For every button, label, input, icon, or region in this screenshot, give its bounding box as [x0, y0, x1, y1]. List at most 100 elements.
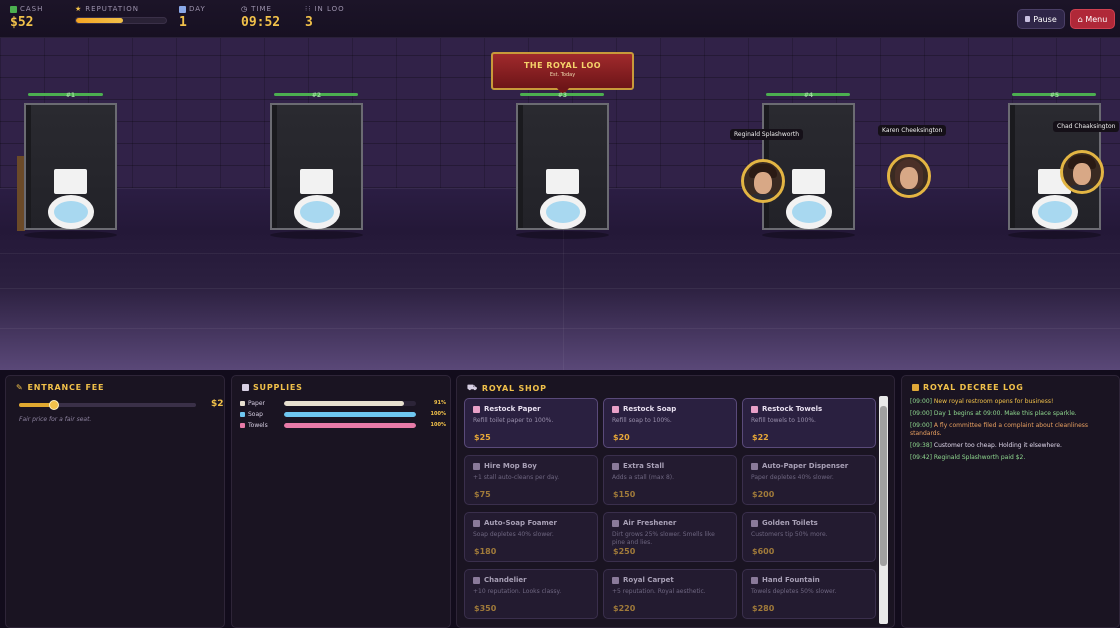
toilet-bowl[interactable]: [540, 195, 586, 229]
supply-row: Soap 100%: [240, 409, 446, 419]
shop-item-price: $220: [613, 604, 636, 613]
paper-roll-icon: [473, 405, 480, 413]
entrance-fee-panel: ✎ ENTRANCE FEE $2 Fair price for a fair s…: [5, 375, 225, 628]
pencil-icon: ✎: [16, 383, 24, 392]
log-timestamp: [09:38]: [910, 442, 932, 449]
game-root: CASH $52 ★ REPUTATION DAY 1 ◷ TIME 09:52 ⁝…: [0, 0, 1120, 628]
reputation-stat: ★ REPUTATION: [75, 5, 167, 24]
cash-stat: CASH $52: [10, 5, 43, 30]
stall-door: [518, 105, 523, 228]
reputation-bar: [75, 17, 167, 24]
supply-name: Soap: [248, 410, 263, 418]
shop-item-price: $180: [474, 547, 497, 556]
pause-label: Pause: [1033, 14, 1057, 24]
banner-subtitle: Est. Today: [549, 72, 576, 78]
soap-icon: [240, 411, 245, 417]
shop-item-description: Refill toilet paper to 100%.: [473, 417, 554, 424]
shop-item-title: Hire Mop Boy: [484, 462, 537, 470]
star-icon: ★: [75, 5, 83, 13]
reputation-label: REPUTATION: [85, 5, 139, 13]
banner-title: THE ROYAL LOO: [523, 61, 602, 70]
toilet-bowl[interactable]: [1032, 195, 1078, 229]
scrollbar-thumb[interactable]: [880, 406, 887, 566]
log-timestamp: [09:00]: [910, 398, 932, 405]
crown-icon: [751, 519, 758, 527]
supply-fill: [284, 422, 416, 428]
floor-line: [0, 253, 1120, 254]
towel-icon: [240, 422, 245, 428]
panel-title: ROYAL SHOP: [481, 383, 547, 393]
toilet-bowl[interactable]: [294, 195, 340, 229]
shop-item-card[interactable]: Restock Paper Refill toilet paper to 100%…: [464, 398, 598, 448]
shop-item-title: Restock Soap: [623, 405, 677, 413]
shop-item-price: $150: [613, 490, 636, 499]
stall-door: [26, 105, 31, 228]
log-entry: [09:00] Day 1 begins at 09:00. Make this…: [910, 410, 1115, 418]
shop-item-title: Golden Toilets: [762, 519, 818, 527]
paper-roll-icon: [240, 400, 245, 406]
shop-item-price: $22: [752, 433, 769, 442]
time-stat: ◷ TIME 09:52: [241, 5, 280, 30]
shop-item-card[interactable]: Restock Towels Refill towels to 100%. $22: [742, 398, 876, 448]
toilet-stall[interactable]: #3: [516, 92, 609, 230]
cart-icon: ⛟: [467, 383, 478, 392]
bulb-icon: [473, 576, 480, 584]
menu-button[interactable]: ⌂ Menu: [1070, 9, 1115, 29]
shop-item-title: Auto-Soap Foamer: [484, 519, 558, 527]
toilet-bowl[interactable]: [48, 195, 94, 229]
shop-item-description: +1 stall auto-cleans per day.: [473, 474, 560, 481]
toilet-bowl[interactable]: [786, 195, 832, 229]
foamer-icon: [473, 519, 480, 527]
stall-door: [272, 105, 277, 228]
toilet-stall[interactable]: #1: [24, 92, 117, 230]
shop-scrollbar[interactable]: [879, 396, 888, 624]
fee-description: Fair price for a fair seat.: [19, 416, 92, 423]
shop-item-card[interactable]: Air Freshener Dirt grows 25% slower. Smel…: [603, 512, 737, 562]
shop-item-card[interactable]: Royal Carpet +5 reputation. Royal aesthet…: [603, 569, 737, 619]
day-stat: DAY 1: [179, 5, 206, 30]
shop-item-price: $600: [752, 547, 775, 556]
shop-item-card[interactable]: Extra Stall Adds a stall (max 8). $150: [603, 455, 737, 505]
shop-item-description: Refill towels to 100%.: [751, 417, 816, 424]
supply-percent: 100%: [430, 411, 446, 417]
shop-item-card[interactable]: Auto-Soap Foamer Soap depletes 40% slower…: [464, 512, 598, 562]
supply-percent: 91%: [434, 400, 446, 406]
shop-item-title: Auto-Paper Dispenser: [762, 462, 849, 470]
fee-slider-thumb[interactable]: [49, 400, 60, 410]
stall-shadow: [516, 231, 609, 239]
supplies-panel: SUPPLIES Paper 91% Soap 100% Towels 100%: [231, 375, 451, 628]
supply-fill: [284, 400, 405, 406]
fee-slider[interactable]: [19, 400, 196, 410]
shop-item-card[interactable]: Auto-Paper Dispenser Paper depletes 40% s…: [742, 455, 876, 505]
supply-bar: [284, 411, 416, 417]
pause-icon: [1025, 16, 1031, 22]
fee-value: $2: [211, 399, 224, 409]
day-value: 1: [179, 15, 187, 30]
floor-line: [0, 288, 1120, 289]
decree-log-panel: ROYAL DECREE LOG [09:00] New royal restr…: [901, 375, 1120, 628]
log-entry: [09:42] Reginald Splashworth paid $2.: [910, 454, 1115, 462]
shop-item-card[interactable]: Chandelier +10 reputation. Looks classy. $…: [464, 569, 598, 619]
stall-shadow: [762, 231, 855, 239]
toilet-stall[interactable]: #2: [270, 92, 363, 230]
stall-shadow: [270, 231, 363, 239]
menu-label: ⌂ Menu: [1077, 14, 1108, 24]
shop-item-card[interactable]: Hire Mop Boy +1 stall auto-cleans per day…: [464, 455, 598, 505]
customer-avatar[interactable]: [1060, 150, 1104, 194]
log-text: New royal restroom opens for business!: [933, 398, 1054, 405]
log-text: Customer too cheap. Holding it elsewhere…: [933, 442, 1062, 449]
customer-avatar[interactable]: [741, 159, 785, 203]
shop-item-description: Customers tip 50% more.: [751, 531, 828, 538]
supply-name: Towels: [248, 421, 268, 429]
panel-title: ENTRANCE FEE: [27, 383, 105, 392]
scroll-icon: [912, 384, 919, 391]
toilet-icon: [612, 462, 619, 470]
shop-item-card[interactable]: Restock Soap Refill soap to 100%. $20: [603, 398, 737, 448]
customer-avatar[interactable]: [887, 154, 931, 198]
customer-name-tag: Chad Chaaksington: [1053, 121, 1120, 132]
shop-item-card[interactable]: Hand Fountain Towels depletes 50% slower.…: [742, 569, 876, 619]
shop-item-card[interactable]: Golden Toilets Customers tip 50% more. $60…: [742, 512, 876, 562]
shop-item-title: Restock Towels: [762, 405, 823, 413]
pause-button[interactable]: Pause: [1017, 9, 1065, 29]
in-loo-value: 3: [305, 15, 313, 30]
